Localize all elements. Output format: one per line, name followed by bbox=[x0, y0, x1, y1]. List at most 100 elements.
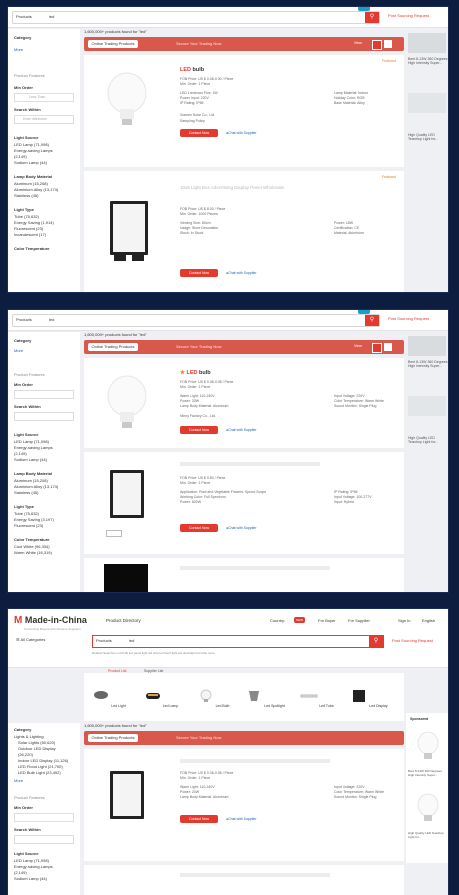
contact-now-button[interactable]: Contact Now bbox=[180, 524, 218, 532]
sponsored-bulb-image[interactable] bbox=[416, 793, 440, 823]
light-source-item[interactable]: LED Lamp (71,098) bbox=[14, 858, 49, 863]
product-card[interactable]: Featured LED bulb FOB Price: US $ 0.08-0… bbox=[84, 55, 404, 167]
list-view-icon[interactable] bbox=[384, 40, 392, 48]
supplier-name[interactable]: Ninny Factory Co., Ltd. bbox=[180, 414, 216, 418]
light-type-item[interactable]: Fluorescent (23) bbox=[14, 523, 43, 528]
min-order-input[interactable] bbox=[14, 390, 74, 399]
category-item[interactable]: Lights & Lighting bbox=[14, 734, 44, 739]
product-title[interactable]: ★ LED bulb bbox=[180, 370, 211, 376]
product-title[interactable]: 10x8 Light Box Advertising Display Panel… bbox=[180, 185, 340, 190]
category-item[interactable]: Led Spotlight bbox=[244, 689, 286, 708]
search-category-select[interactable]: Products bbox=[16, 317, 32, 322]
light-type-item[interactable]: Tube (75,632) bbox=[14, 214, 39, 219]
ad-image[interactable] bbox=[408, 396, 446, 416]
ad-title[interactable]: Bent 8-13W 360 Degrees High Intensity Su… bbox=[408, 360, 448, 368]
search-within-input[interactable] bbox=[14, 412, 74, 421]
post-sourcing-request-link[interactable]: Post Sourcing Request bbox=[392, 638, 433, 643]
all-categories-menu[interactable]: ☰ All Categories bbox=[16, 637, 45, 642]
supplier-name[interactable]: Xiamen Solar Co., Ltd. bbox=[180, 113, 215, 117]
light-source-item[interactable]: Energy-saving Lamps bbox=[14, 864, 53, 869]
light-source-item[interactable]: LED Lamp (71,098) bbox=[14, 439, 49, 444]
search-within-input[interactable]: Enter Attributes bbox=[14, 115, 74, 124]
lamp-body-item[interactable]: Aluminium Alloy (13,174) bbox=[14, 187, 58, 192]
post-sourcing-request-link[interactable]: Post Sourcing Request bbox=[388, 316, 429, 321]
category-item[interactable]: Led Display bbox=[348, 689, 390, 708]
category-item[interactable]: Solar Lights (50,620) bbox=[18, 740, 55, 745]
led-bulb-image[interactable] bbox=[102, 69, 152, 129]
light-type-item[interactable]: Energy Saving (1,914) bbox=[14, 220, 54, 225]
category-item[interactable]: Led Tube bbox=[296, 689, 338, 708]
min-order-input[interactable]: Less Than bbox=[14, 93, 74, 102]
contact-now-button[interactable]: Contact Now bbox=[180, 426, 218, 434]
for-buyer-menu[interactable]: For Buyer bbox=[318, 618, 336, 623]
category-item[interactable]: Outdoor LED Display bbox=[18, 746, 56, 751]
search-icon[interactable]: ⚲ bbox=[365, 315, 379, 326]
chat-with-supplier-link[interactable]: Chat with Supplier bbox=[226, 526, 256, 530]
product-card[interactable] bbox=[84, 865, 404, 895]
lamp-body-item[interactable]: Stainless (45) bbox=[14, 193, 38, 198]
online-trading-tab[interactable]: Online Trading Products bbox=[88, 343, 138, 351]
product-title-blurred[interactable] bbox=[180, 566, 330, 570]
ad-title[interactable]: High Quality LED Teardrop Light for... bbox=[408, 133, 448, 141]
online-trading-tab[interactable]: Online Trading Products bbox=[88, 40, 138, 48]
light-source-item[interactable]: Energy-saving Lamps bbox=[14, 445, 53, 450]
category-item[interactable]: Led Lamp bbox=[140, 689, 182, 708]
light-source-item[interactable]: (2,149) bbox=[14, 154, 27, 159]
ad-image[interactable] bbox=[408, 33, 446, 53]
category-item[interactable]: Indoor LED Display (11,126) bbox=[18, 758, 68, 763]
grid-view-icon[interactable] bbox=[372, 343, 382, 353]
post-sourcing-request-link[interactable]: Post Sourcing Request bbox=[388, 13, 429, 18]
search-input[interactable]: Products led ⚲ bbox=[12, 11, 380, 24]
color-temp-item[interactable]: Warm White (16,319) bbox=[14, 550, 52, 555]
product-image-dark[interactable] bbox=[104, 564, 148, 592]
more-link[interactable]: More bbox=[14, 348, 23, 353]
related-searches[interactable]: Related Searches: led bulb led panel lig… bbox=[92, 651, 215, 655]
chat-with-supplier-link[interactable]: Chat with Supplier bbox=[226, 271, 256, 275]
product-title-blurred[interactable] bbox=[180, 873, 330, 877]
product-title[interactable]: LED bulb bbox=[180, 67, 204, 73]
product-card[interactable]: FOB Price: US $ 0.80 / Piece Min. Order:… bbox=[84, 452, 404, 554]
category-item[interactable]: Led Light bbox=[88, 689, 130, 708]
list-view-icon[interactable] bbox=[384, 343, 392, 351]
country-select[interactable]: Country: bbox=[270, 618, 285, 623]
category-item[interactable]: Led Bulb bbox=[192, 689, 234, 708]
sponsored-bulb-image[interactable] bbox=[416, 731, 440, 761]
product-card[interactable] bbox=[84, 558, 404, 592]
lamp-body-item[interactable]: Aluminium Alloy (13,174) bbox=[14, 484, 58, 489]
product-directory-link[interactable]: Product Directory bbox=[106, 618, 141, 623]
light-source-item[interactable]: (2,149) bbox=[14, 451, 27, 456]
chat-with-supplier-link[interactable]: Chat with Supplier bbox=[226, 131, 256, 135]
language-select[interactable]: English bbox=[422, 618, 435, 623]
more-link[interactable]: More bbox=[14, 778, 23, 783]
chat-with-supplier-link[interactable]: Chat with Supplier bbox=[226, 817, 256, 821]
product-card[interactable]: Featured 10x8 Light Box Advertising Disp… bbox=[84, 171, 404, 292]
product-title-blurred[interactable] bbox=[180, 759, 330, 763]
light-source-item[interactable]: Sodium Lamp (44) bbox=[14, 160, 47, 165]
light-source-item[interactable]: Energy-saving Lamps bbox=[14, 148, 53, 153]
more-link[interactable]: More bbox=[14, 47, 23, 52]
contact-now-button[interactable]: Contact Now bbox=[180, 269, 218, 277]
lamp-body-item[interactable]: Aluminum (15,208) bbox=[14, 478, 48, 483]
light-box-panel-image[interactable] bbox=[110, 201, 148, 255]
light-source-item[interactable]: Sodium Lamp (44) bbox=[14, 876, 47, 881]
sponsored-title[interactable]: Bent 8-13W 360 Degrees High Intensity Su… bbox=[408, 769, 448, 777]
ad-image[interactable] bbox=[408, 336, 446, 356]
search-category-select[interactable]: Products bbox=[16, 14, 32, 19]
search-icon[interactable]: ⚲ bbox=[365, 12, 379, 23]
ad-title[interactable]: Bent 8-13W 360 Degrees High Intensity Su… bbox=[408, 57, 448, 65]
product-card[interactable]: FOB Price: US $ 0.06-0.08 / Piece Min. O… bbox=[84, 749, 404, 861]
light-type-item[interactable]: Energy Saving (3,197) bbox=[14, 517, 54, 522]
online-trading-tab[interactable]: Online Trading Products bbox=[88, 734, 138, 742]
ad-title[interactable]: High Quality LED Teardrop Light for... bbox=[408, 436, 448, 444]
search-within-input[interactable] bbox=[14, 835, 74, 844]
light-box-panel-image[interactable] bbox=[110, 771, 144, 819]
lamp-body-item[interactable]: Aluminum (15,208) bbox=[14, 181, 48, 186]
grow-light-panel-image[interactable] bbox=[110, 470, 144, 518]
chat-with-supplier-link[interactable]: Chat with Supplier bbox=[226, 428, 256, 432]
light-type-item[interactable]: Incandescent (17) bbox=[14, 232, 46, 237]
search-input[interactable]: Products led ⚲ bbox=[12, 314, 380, 327]
light-type-item[interactable]: Tube (75,632) bbox=[14, 511, 39, 516]
light-source-item[interactable]: LED Lamp (71,098) bbox=[14, 142, 49, 147]
search-category-select[interactable]: Products bbox=[96, 638, 112, 643]
light-source-item[interactable]: Sodium Lamp (44) bbox=[14, 457, 47, 462]
